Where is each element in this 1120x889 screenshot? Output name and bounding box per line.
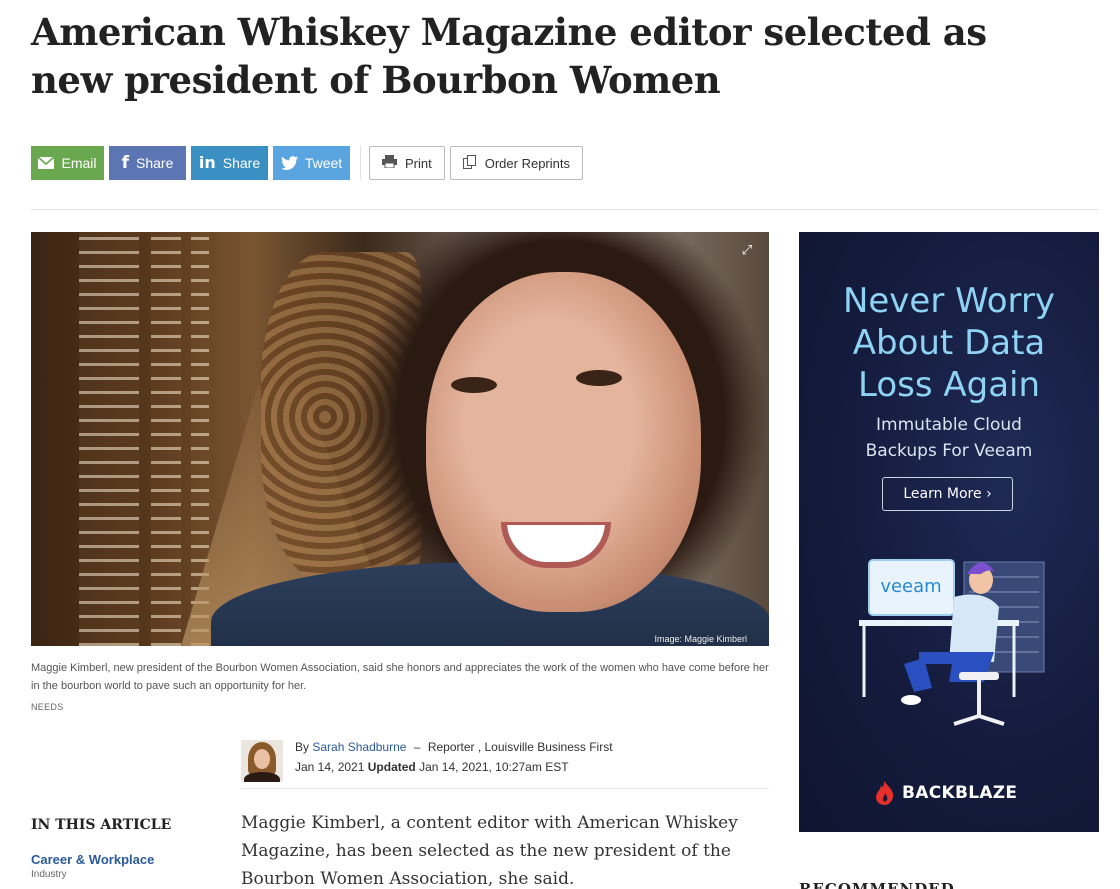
ad-headline: Never Worry About Data Loss Again <box>799 280 1099 406</box>
ad-monitor-text: veeam <box>880 576 941 597</box>
photo-credit: Image: Maggie Kimberl <box>654 634 747 644</box>
email-share-label: Email <box>61 155 97 171</box>
envelope-icon <box>38 157 55 169</box>
updated-label: Updated <box>367 760 416 774</box>
photo-window-left <box>79 232 139 646</box>
topic-link-career-workplace[interactable]: Career & Workplace <box>31 852 154 867</box>
updated-date: Jan 14, 2021, 10:27am EST <box>419 760 569 774</box>
printer-icon <box>382 155 397 171</box>
linkedin-share-button[interactable]: in Share <box>191 146 268 180</box>
expand-icon[interactable]: ⤢ <box>737 240 757 260</box>
recommended-heading: RECOMMENDED <box>799 880 955 889</box>
ad-subtext-line-1: Immutable Cloud <box>876 415 1022 435</box>
photo-window-mid <box>151 232 181 646</box>
facebook-share-label: Share <box>136 155 174 171</box>
linkedin-icon: in <box>198 153 216 172</box>
photo-caption: Maggie Kimberl, new president of the Bou… <box>31 662 769 692</box>
article-body-paragraph: Maggie Kimberl, a content editor with Am… <box>241 813 738 889</box>
ad-illustration: veeam <box>859 559 1045 726</box>
ad-headline-line-3: Loss Again <box>857 365 1041 405</box>
byline-by: By <box>295 740 310 754</box>
ad-subtext-line-2: Backups For Veeam <box>865 441 1033 461</box>
byline-date-line: Jan 14, 2021 Updated Jan 14, 2021, 10:27… <box>295 760 569 774</box>
author-role: Reporter , Louisville Business First <box>427 740 613 754</box>
byline-author-line: By Sarah Shadburne – Reporter , Louisvil… <box>295 740 613 754</box>
author-link[interactable]: Sarah Shadburne <box>312 740 406 754</box>
hero-photo[interactable]: ⤢ Image: Maggie Kimberl <box>31 232 769 646</box>
email-share-button[interactable]: Email <box>31 146 104 180</box>
article-headline: American Whiskey Magazine editor selecte… <box>31 10 987 102</box>
linkedin-share-label: Share <box>222 155 261 171</box>
photo-source: NEEDS <box>31 702 64 712</box>
order-reprints-label: Order Reprints <box>484 155 570 171</box>
twitter-bird-icon <box>280 156 298 170</box>
photo-eye-right <box>576 370 622 386</box>
header-divider <box>31 209 1099 210</box>
in-this-article-title: IN THIS ARTICLE <box>31 817 172 833</box>
print-button[interactable]: Print <box>369 146 445 180</box>
share-toolbar: Email f Share in Share Tweet Print Order… <box>31 146 588 180</box>
twitter-share-button[interactable]: Tweet <box>273 146 350 180</box>
topic-category: Industry <box>31 869 67 880</box>
author-avatar[interactable] <box>241 740 283 782</box>
published-date: Jan 14, 2021 <box>295 760 365 774</box>
photo-eye-left <box>451 377 497 393</box>
facebook-icon: f <box>121 152 130 173</box>
byline-dash: – <box>413 740 421 754</box>
twitter-share-label: Tweet <box>304 155 343 171</box>
byline-divider <box>241 788 769 789</box>
ad-learn-more-button[interactable]: Learn More › <box>882 477 1013 511</box>
backblaze-wordmark: BACKBLAZE <box>902 783 1018 803</box>
ad-headline-line-1: Never Worry <box>842 281 1056 321</box>
byline: By Sarah Shadburne – Reporter , Louisvil… <box>241 737 769 789</box>
order-reprints-button[interactable]: Order Reprints <box>449 146 583 180</box>
copy-icon <box>462 154 477 172</box>
facebook-share-button[interactable]: f Share <box>109 146 186 180</box>
toolbar-divider <box>360 146 361 180</box>
print-label: Print <box>405 155 432 171</box>
ad-headline-line-2: About Data <box>852 323 1046 363</box>
sidebar-advertisement[interactable]: Never Worry About Data Loss Again Immuta… <box>799 232 1099 832</box>
backblaze-logo: BACKBLAZE <box>876 781 1017 805</box>
ad-subtext: Immutable Cloud Backups For Veeam <box>799 412 1099 464</box>
flame-icon <box>876 781 894 805</box>
